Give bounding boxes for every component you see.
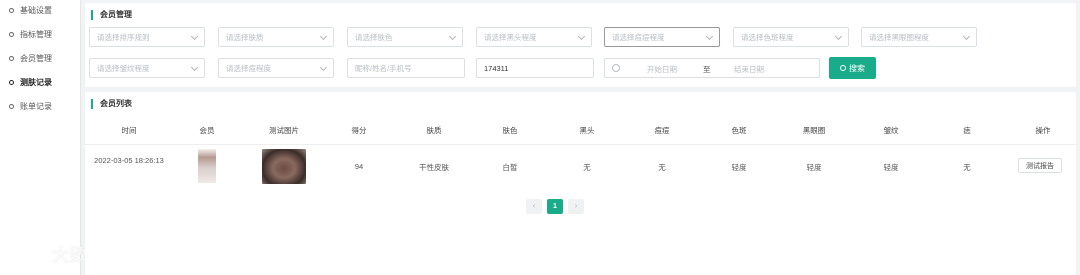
column-header-skin-color: 肤色 xyxy=(502,126,518,135)
column-header-photo: 测试图片 xyxy=(269,126,299,135)
cell-skin-type: 干性皮肤 xyxy=(419,163,449,172)
sidebar-item-members[interactable]: 会员管理 xyxy=(0,46,80,70)
spots-select[interactable]: 请选择色斑程度 xyxy=(733,27,849,47)
cell-dark-circles: 轻度 xyxy=(806,163,822,172)
list-panel: 会员列表 时间 会员 测试图片 得分 肤质 肤色 黑头 痘痘 色斑 黑眼圈 皱纹… xyxy=(85,92,1076,275)
select-placeholder: 请选择肤色 xyxy=(355,32,393,42)
chevron-down-icon xyxy=(190,32,199,41)
table-divider xyxy=(85,144,1076,145)
sidebar-item-label: 基础设置 xyxy=(20,5,52,15)
filter-panel: 会员管理 请选择排序规则 请选择肤质 请选择肤色 请选择黑头程度 请选择痘痘程度… xyxy=(85,3,1076,87)
chevron-down-icon xyxy=(705,32,714,41)
column-header-time: 时间 xyxy=(121,126,137,135)
watermark-logo-icon xyxy=(10,245,44,261)
select-placeholder: 请选择痘程度 xyxy=(226,63,271,73)
chevron-down-icon xyxy=(319,63,328,72)
sidebar-item-skin-records[interactable]: 测肤记录 xyxy=(0,70,80,94)
select-placeholder: 请选择排序规则 xyxy=(97,32,150,42)
search-button-label: 搜索 xyxy=(849,63,865,73)
dark-circles-select[interactable]: 请选择黑眼圈程度 xyxy=(861,27,977,47)
filter-panel-title: 会员管理 xyxy=(91,9,132,20)
list-title-text: 会员列表 xyxy=(100,99,132,108)
sort-select[interactable]: 请选择排序规则 xyxy=(89,27,205,47)
column-header-dark-circles: 黑眼圈 xyxy=(802,126,826,135)
sidebar-item-bills[interactable]: 账单记录 xyxy=(0,94,80,118)
chevron-down-icon xyxy=(319,32,328,41)
sidebar-item-label: 指标管理 xyxy=(20,29,52,39)
input-value: 174311 xyxy=(484,63,509,73)
column-header-score: 得分 xyxy=(351,126,367,135)
select-placeholder: 请选择肤质 xyxy=(226,32,264,42)
cell-time: 2022-03-05 18:26:13 xyxy=(94,156,164,165)
cell-score: 94 xyxy=(354,162,364,171)
list-panel-title: 会员列表 xyxy=(91,98,132,109)
sidebar-item-label: 测肤记录 xyxy=(20,77,52,87)
column-header-skin-type: 肤质 xyxy=(426,126,442,135)
date-separator: 至 xyxy=(703,65,711,74)
cell-skin-color: 白皙 xyxy=(502,163,518,172)
sidebar-item-indicators[interactable]: 指标管理 xyxy=(0,22,80,46)
mole-select[interactable]: 请选择痘程度 xyxy=(218,58,334,78)
circle-icon xyxy=(9,55,14,61)
title-accent-bar xyxy=(91,9,93,20)
column-header-actions: 操作 xyxy=(1035,126,1051,135)
column-header-member: 会员 xyxy=(199,126,215,135)
pagination-page-1[interactable]: 1 xyxy=(547,199,563,214)
select-placeholder: 请选择色斑程度 xyxy=(741,32,794,42)
wrinkles-select[interactable]: 请选择皱纹程度 xyxy=(89,58,205,78)
test-photo[interactable] xyxy=(262,149,306,184)
circle-icon xyxy=(9,7,14,13)
end-date-placeholder: 结束日期 xyxy=(734,65,764,74)
title-accent-bar xyxy=(91,98,93,109)
input-placeholder: 昵称/姓名/手机号 xyxy=(355,63,412,73)
select-placeholder: 请选择痘痘程度 xyxy=(612,32,665,42)
filter-title-text: 会员管理 xyxy=(100,10,132,19)
member-search-input[interactable]: 昵称/姓名/手机号 xyxy=(347,58,465,78)
cell-acne: 无 xyxy=(658,163,666,172)
sidebar-item-label: 账单记录 xyxy=(20,101,52,111)
start-date-placeholder: 开始日期 xyxy=(647,65,677,74)
cell-mole: 无 xyxy=(963,163,971,172)
column-header-mole: 痣 xyxy=(963,126,971,135)
column-header-spots: 色斑 xyxy=(731,126,747,135)
pagination-prev-button[interactable]: ‹ xyxy=(526,199,542,214)
circle-icon xyxy=(9,31,14,37)
skin-color-select[interactable]: 请选择肤色 xyxy=(347,27,463,47)
skin-type-select[interactable]: 请选择肤质 xyxy=(218,27,334,47)
column-header-acne: 痘痘 xyxy=(654,126,670,135)
circle-icon xyxy=(9,79,14,85)
select-placeholder: 请选择黑头程度 xyxy=(484,32,537,42)
blackhead-select[interactable]: 请选择黑头程度 xyxy=(476,27,592,47)
date-range-picker[interactable]: 开始日期 至 结束日期 xyxy=(604,58,820,78)
id-input[interactable]: 174311 xyxy=(476,58,594,78)
cell-blackhead: 无 xyxy=(583,163,591,172)
column-header-wrinkles: 皱纹 xyxy=(883,126,899,135)
sidebar-item-label: 会员管理 xyxy=(20,53,52,63)
chevron-down-icon xyxy=(190,63,199,72)
cell-spots: 轻度 xyxy=(731,163,747,172)
chevron-down-icon xyxy=(962,32,971,41)
member-avatar xyxy=(198,149,216,183)
search-icon xyxy=(840,65,846,71)
select-placeholder: 请选择皱纹程度 xyxy=(97,63,150,73)
cell-wrinkles: 轻度 xyxy=(883,163,899,172)
select-placeholder: 请选择黑眼圈程度 xyxy=(869,32,929,42)
acne-select[interactable]: 请选择痘痘程度 xyxy=(604,27,720,47)
chevron-down-icon xyxy=(448,32,457,41)
sidebar: 基础设置 指标管理 会员管理 测肤记录 账单记录 xyxy=(0,0,81,275)
circle-icon xyxy=(9,103,14,109)
pagination-next-button[interactable]: › xyxy=(568,199,584,214)
search-button[interactable]: 搜索 xyxy=(829,57,876,79)
table-header: 时间 会员 测试图片 得分 肤质 肤色 黑头 痘痘 色斑 黑眼圈 皱纹 痣 操作 xyxy=(85,123,1076,137)
column-header-blackhead: 黑头 xyxy=(579,126,595,135)
chevron-down-icon xyxy=(834,32,843,41)
chevron-down-icon xyxy=(577,32,586,41)
sidebar-item-basic-settings[interactable]: 基础设置 xyxy=(0,0,80,22)
test-report-button[interactable]: 测试报告 xyxy=(1018,158,1062,173)
clock-icon xyxy=(612,64,620,72)
